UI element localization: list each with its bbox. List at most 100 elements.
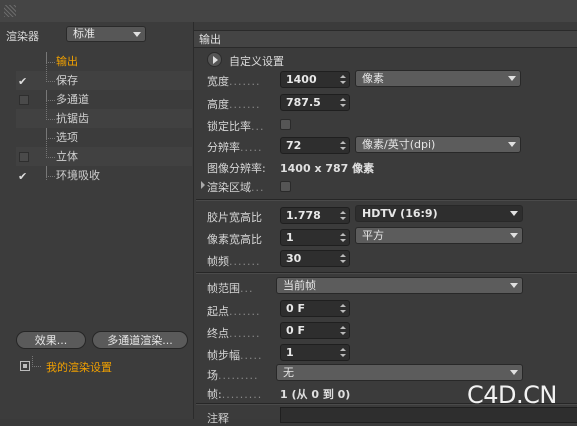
spin-down-icon[interactable] [340, 81, 346, 84]
tree-item-save[interactable]: 保存 [16, 71, 192, 91]
pixel-aspect-preset-select[interactable]: 平方 [355, 227, 523, 244]
spin-up-icon[interactable] [340, 304, 346, 307]
checkmark-icon[interactable] [18, 72, 29, 91]
start-field[interactable]: 0 F [280, 300, 350, 317]
tree-branch [32, 356, 41, 367]
renderer-select[interactable]: 标准 [66, 26, 146, 42]
multipass-render-button[interactable]: 多通道渲染... [92, 331, 188, 349]
frame-step-label: 帧步幅..... [207, 349, 263, 362]
chevron-down-icon [510, 283, 518, 288]
width-field[interactable]: 1400 [280, 71, 350, 88]
chevron-down-icon [508, 142, 516, 147]
tree-item-label: 抗锯齿 [56, 112, 89, 125]
frame-step-field[interactable]: 1 [280, 344, 350, 361]
frame-range-label: 帧范围... [207, 282, 254, 295]
spin-up-icon[interactable] [340, 348, 346, 351]
spin-up-icon[interactable] [340, 233, 346, 236]
render-setting-item[interactable]: 我的渲染设置 [46, 359, 112, 375]
tree-branch [46, 109, 55, 120]
end-field[interactable]: 0 F [280, 322, 350, 339]
tree-branch [46, 71, 55, 82]
image-resolution-value: 1400 x 787 像素 [280, 162, 375, 175]
film-aspect-field[interactable]: 1.778 [280, 207, 350, 224]
note-textarea[interactable] [280, 407, 577, 423]
spin-down-icon[interactable] [340, 354, 346, 357]
end-label: 终点....... [207, 327, 261, 340]
spin-up-icon[interactable] [340, 75, 346, 78]
tree-branch [46, 166, 55, 177]
height-field[interactable]: 787.5 [280, 94, 350, 111]
divider [196, 199, 577, 201]
spin-down-icon[interactable] [340, 260, 346, 263]
expand-arrow-icon[interactable] [201, 181, 205, 189]
checkmark-icon[interactable] [18, 167, 29, 186]
tree-item-label: 多通道 [56, 93, 89, 106]
checkbox[interactable] [19, 152, 29, 162]
frame-range-select[interactable]: 当前帧 [276, 277, 523, 294]
grip-handle-icon[interactable] [4, 5, 16, 17]
tree-branch [46, 147, 55, 158]
film-aspect-label: 胶片宽高比 [207, 211, 262, 224]
render-region-checkbox[interactable] [280, 181, 291, 192]
spin-up-icon[interactable] [340, 254, 346, 257]
chevron-down-icon [133, 32, 141, 37]
spin-down-icon[interactable] [340, 104, 346, 107]
pixel-aspect-field[interactable]: 1 [280, 229, 350, 246]
tree-item-label: 环境吸收 [56, 169, 100, 182]
width-unit-select[interactable]: 像素 [355, 70, 521, 87]
resolution-label: 分辨率..... [207, 141, 263, 154]
tree-branch [46, 52, 55, 63]
film-aspect-preset-select[interactable]: HDTV (16:9) [355, 205, 523, 222]
tree-item-label: 立体 [56, 150, 78, 163]
tree-item-options[interactable]: 选项 [16, 128, 192, 147]
spin-up-icon[interactable] [340, 326, 346, 329]
resolution-unit-select[interactable]: 像素/英寸(dpi) [355, 136, 521, 153]
section-title: 输出 [199, 33, 221, 46]
divider [196, 272, 577, 274]
spin-up-icon[interactable] [340, 141, 346, 144]
custom-settings-label: 自定义设置 [229, 55, 284, 68]
panel-titlebar [0, 0, 577, 23]
width-label: 宽度....... [207, 75, 261, 88]
spin-up-icon[interactable] [340, 98, 346, 101]
lock-ratio-label: 锁定比率... [207, 120, 265, 133]
note-label: 注释 [207, 412, 229, 425]
effects-button[interactable]: 效果... [16, 331, 86, 349]
lock-ratio-checkbox[interactable] [280, 119, 291, 130]
spin-down-icon[interactable] [340, 310, 346, 313]
render-setting-icon[interactable] [20, 361, 30, 371]
checkbox[interactable] [19, 95, 29, 105]
tree-item-label: 保存 [56, 74, 78, 87]
tree-item-label: 输出 [56, 55, 78, 68]
resolution-field[interactable]: 72 [280, 137, 350, 154]
tree-item-label: 选项 [56, 131, 78, 144]
tree-item-stereo[interactable]: 立体 [16, 147, 192, 166]
fps-label: 帧频....... [207, 255, 261, 268]
spin-up-icon[interactable] [340, 211, 346, 214]
chevron-down-icon [510, 211, 518, 216]
field-order-select[interactable]: 无 [276, 364, 523, 381]
tree-item-antialiasing[interactable]: 抗锯齿 [16, 109, 192, 128]
tree-item-ambient-occlusion[interactable]: 环境吸收 [16, 166, 192, 186]
spin-down-icon[interactable] [340, 217, 346, 220]
chevron-down-icon [508, 76, 516, 81]
chevron-down-icon [510, 233, 518, 238]
height-label: 高度....... [207, 98, 261, 111]
chevron-down-icon [510, 370, 518, 375]
play-icon[interactable] [207, 52, 222, 67]
spin-down-icon[interactable] [340, 332, 346, 335]
fps-field[interactable]: 30 [280, 250, 350, 267]
frames-value: 1 (从 0 到 0) [280, 388, 351, 401]
frames-label: 帧:......... [207, 388, 263, 401]
watermark: C4D.CN [467, 381, 557, 409]
settings-tree: 输出 保存 多通道 抗锯齿 选项 立体 环境吸收 [16, 52, 192, 186]
pixel-aspect-label: 像素宽高比 [207, 233, 262, 246]
tree-branch [46, 128, 55, 139]
image-resolution-label: 图像分辨率: [207, 162, 266, 175]
renderer-select-value: 标准 [73, 27, 95, 40]
start-label: 起点....... [207, 305, 261, 318]
tree-item-output[interactable]: 输出 [16, 52, 192, 71]
spin-down-icon[interactable] [340, 239, 346, 242]
tree-item-multipass[interactable]: 多通道 [16, 90, 192, 109]
spin-down-icon[interactable] [340, 147, 346, 150]
